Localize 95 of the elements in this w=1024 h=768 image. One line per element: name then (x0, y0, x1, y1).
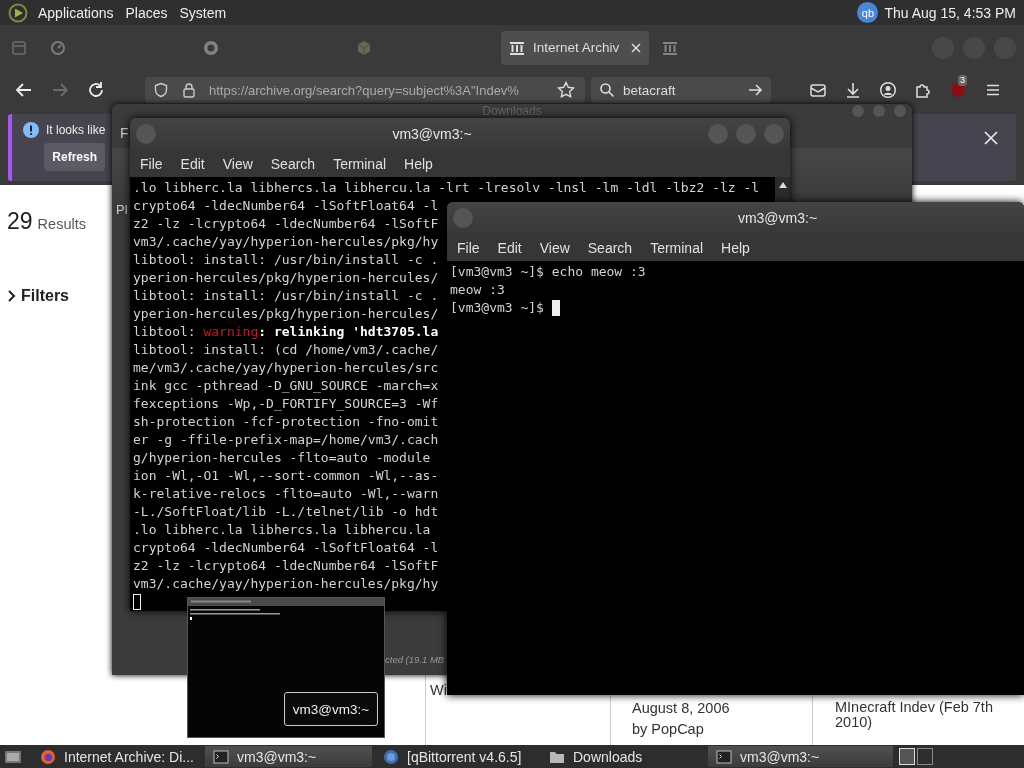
taskbar-button[interactable]: vm3@vm3:~ (205, 746, 372, 767)
mail-icon[interactable] (809, 81, 827, 99)
results-label: Results (37, 216, 86, 232)
window-title: vm3@vm3:~ (391, 126, 473, 142)
status-text: cted (19.1 MB (385, 654, 445, 665)
panel-menu[interactable]: System (179, 4, 227, 21)
card-text: by PopCap (632, 721, 705, 738)
notification-message: It looks like (46, 123, 106, 137)
lock-icon[interactable] (181, 82, 197, 98)
distro-logo-icon[interactable] (8, 2, 28, 23)
browser-tab[interactable]: Internet Archiv (501, 30, 649, 65)
folder-icon (549, 749, 565, 764)
terminal-line: z2 -lz -lcrypto64 -ldecNumber64 -lSoftF (133, 215, 439, 233)
list-item-text[interactable]: Pl (116, 202, 128, 217)
menu-item[interactable]: Search (270, 155, 316, 172)
workspace-switcher[interactable] (899, 746, 935, 767)
terminal-line: libtool: install: /usr/bin/install -c . (133, 287, 439, 305)
terminal-line: z2 -lz -lcrypto64 -ldecNumber64 -lSoftF (133, 557, 439, 575)
panel-menu[interactable]: Places (125, 4, 168, 21)
terminal-line: crypto64 -ldecNumber64 -lSoftFloat64 -l (133, 197, 439, 215)
window-preview-label: vm3@vm3:~ (284, 692, 378, 726)
tray-icon[interactable]: qb (857, 2, 879, 23)
browser-icon (40, 748, 56, 765)
terminal-line: libtool: warning: relinking 'hdt3705.la (133, 323, 439, 341)
chevron-right-icon (7, 289, 17, 303)
terminal-line: er -g -ffile-prefix-map=/home/vm3/.cach (133, 431, 439, 449)
terminal-line: ion -Wl,-O1 -Wl,--sort-common -Wl,--as- (133, 467, 439, 485)
terminal-line: libtool: install: (cd /home/vm3/.cache/ (133, 341, 439, 359)
url-field[interactable]: https://archive.org/search?query=subject%3A"Indev% (145, 77, 585, 103)
close-tab-icon[interactable] (631, 42, 641, 53)
taskbar-button[interactable]: Internet Archive: Di... (32, 746, 202, 767)
archive-building-icon (662, 39, 678, 56)
terminal-line: libtool: install: /usr/bin/install -c . (133, 251, 439, 269)
reload-icon[interactable] (86, 80, 106, 100)
terminal-line: sh-protection -fcf-protection -fno-omit (133, 413, 439, 431)
taskbar-button[interactable]: Downloads (541, 746, 705, 767)
terminal-line: vm3/.cache/yay/hyperion-hercules/pkg/hy (133, 233, 439, 251)
clock[interactable]: Thu Aug 15, 4:53 PM (884, 4, 1016, 21)
search-icon (599, 82, 615, 98)
terminal-line: crypto64 -ldecNumber64 -lSoftFloat64 -l (133, 539, 439, 557)
refresh-button[interactable]: Refresh (44, 143, 106, 171)
menu-item[interactable]: File (140, 155, 163, 172)
window-title: vm3@vm3:~ (736, 210, 819, 226)
bookmark-star-icon[interactable] (557, 81, 575, 99)
menu-item[interactable]: Help (404, 155, 433, 172)
menu-item[interactable]: F (120, 125, 129, 141)
terminal-line: .lo libherc.la libhercs.la libhercu.la -lrt -lresolv -lnsl -lm -ldl -lbz2 -lz -l (133, 179, 760, 197)
results-count: 29 (7, 208, 33, 235)
terminal-line: yperion-hercules/pkg/hyperion-hercules/ (133, 269, 439, 287)
menu-item[interactable]: Terminal (650, 239, 704, 256)
terminal-line: -L./SoftFloat/lib -L./telnet/lib -o hdt (133, 503, 439, 521)
torrent-app-icon (383, 748, 399, 765)
menu-item[interactable]: Search (587, 239, 633, 256)
terminal-line: [vm3@vm3 ~]$ echo meow :3 (450, 263, 646, 281)
menu-item[interactable]: File (457, 239, 480, 256)
close-icon[interactable] (984, 131, 998, 145)
terminal-line: fexceptions -Wp,-D_FORTIFY_SOURCE=3 -Wf (133, 395, 439, 413)
menu-item[interactable]: View (539, 239, 570, 256)
info-icon (22, 121, 40, 139)
menu-item[interactable]: Terminal (333, 155, 387, 172)
terminal-icon (716, 749, 732, 764)
terminal-line: ink gcc -pthread -D_GNU_SOURCE -march=x (133, 377, 439, 395)
go-arrow-icon[interactable] (747, 82, 763, 98)
filters-toggle[interactable]: Filters (7, 287, 69, 305)
menu-item[interactable]: Edit (497, 239, 522, 256)
taskbar-button[interactable]: vm3@vm3:~ (708, 746, 893, 767)
archive-building-icon (509, 39, 525, 56)
puzzle-piece-icon[interactable] (914, 81, 932, 99)
menu-item[interactable]: Help (721, 239, 750, 256)
terminal-line: yperion-hercules/pkg/hyperion-hercules/ (133, 305, 439, 323)
download-icon[interactable] (844, 81, 862, 99)
terminal-line: me/vm3/.cache/yay/hyperion-hercules/src (133, 359, 439, 377)
terminal-line: k-relative-relocs -flto=auto -Wl,--warn (133, 485, 439, 503)
terminal-line: vm3/.cache/yay/hyperion-hercules/pkg/hy (133, 575, 439, 593)
window-preview[interactable]: vm3@vm3:~ (187, 597, 385, 738)
panel-menu[interactable]: Applications (38, 4, 114, 21)
notification-badge: 3 (958, 75, 967, 86)
menu-item[interactable]: Edit (180, 155, 205, 172)
shield-icon[interactable] (153, 82, 169, 98)
filters-label: Filters (21, 287, 69, 305)
terminal-icon (213, 749, 229, 764)
terminal-line: [vm3@vm3 ~]$ (450, 299, 545, 317)
card-text: August 8, 2006 (632, 700, 731, 717)
shield-extension-icon[interactable] (949, 81, 967, 99)
account-icon[interactable] (879, 81, 897, 99)
menu-item[interactable]: View (222, 155, 253, 172)
gauge-icon (50, 39, 66, 56)
terminal-line: .lo libherc.la libhercs.la libhercu.la (133, 521, 431, 539)
cube-icon (356, 39, 372, 56)
search-field[interactable]: betacraft (591, 77, 771, 103)
terminal-line: meow :3 (450, 281, 505, 299)
card-text: Wi (430, 682, 447, 699)
terminal-line: g/hyperion-hercules -flto=auto -module (133, 449, 431, 467)
taskbar-button[interactable]: [qBittorrent v4.6.5] (375, 746, 538, 767)
card-text: MInecraft Indev (Feb 7th 2010) (835, 700, 994, 730)
